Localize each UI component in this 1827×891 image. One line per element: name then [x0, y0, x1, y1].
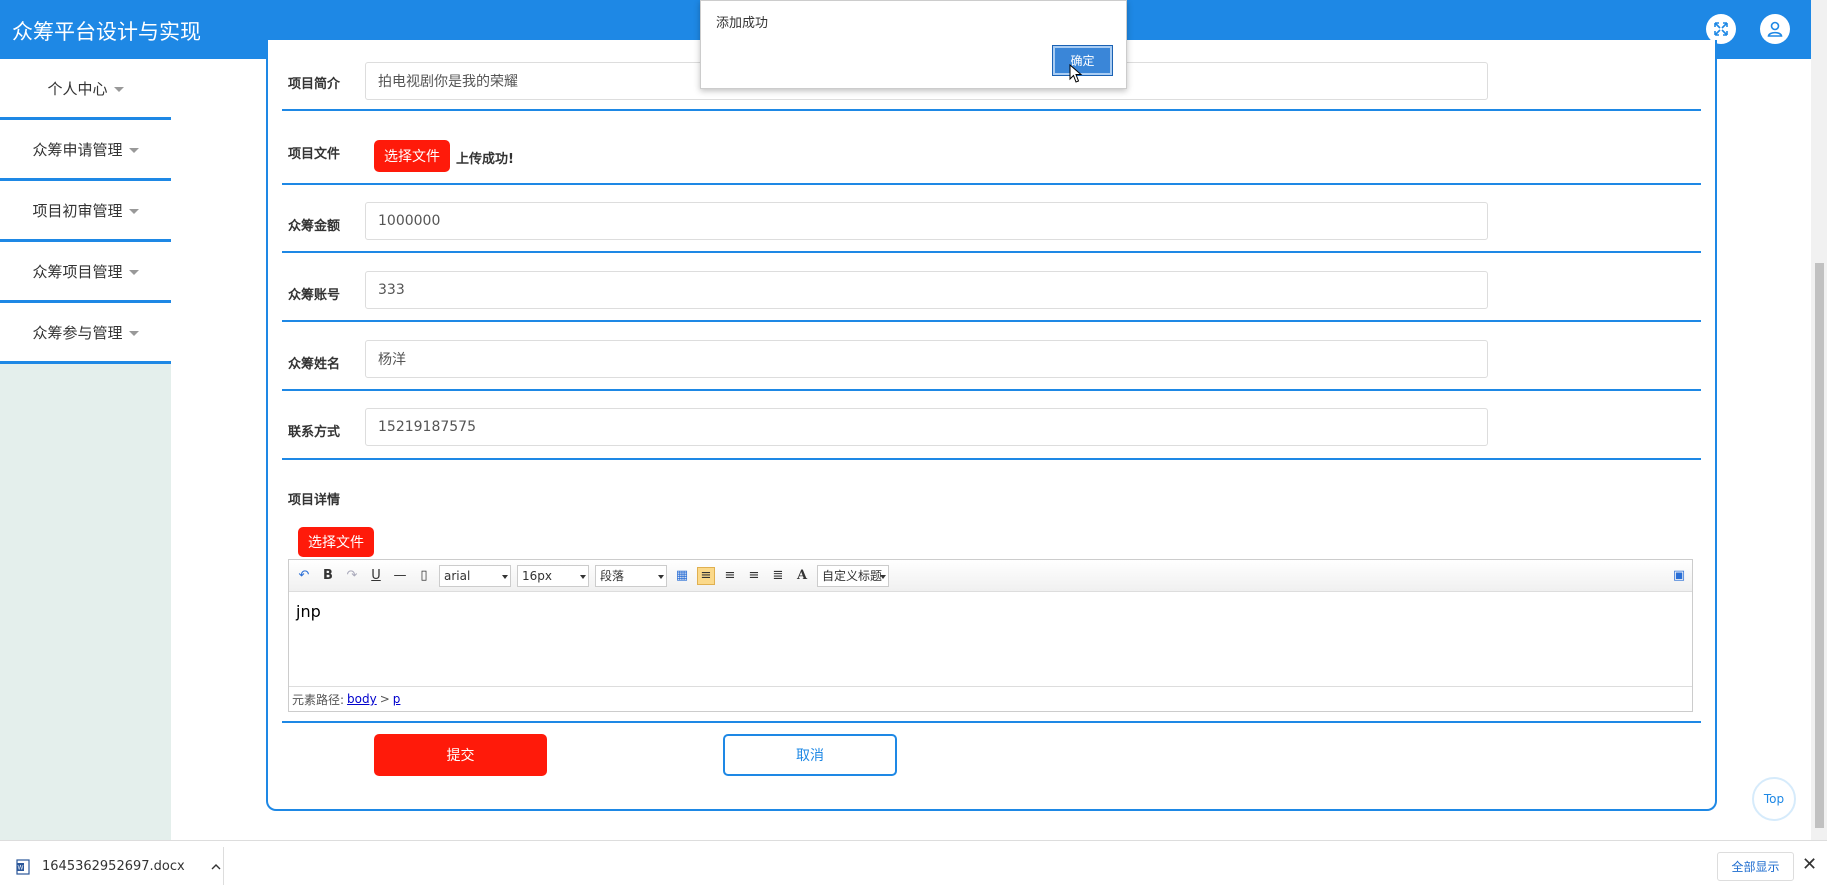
download-item[interactable]: W 1645362952697.docx: [16, 841, 221, 891]
custom-title-value: 自定义标题: [822, 569, 883, 583]
close-icon[interactable]: ✕: [1802, 854, 1817, 875]
paste-plain-icon[interactable]: ▯: [415, 567, 433, 585]
name-label: 众筹姓名: [288, 357, 341, 372]
submit-button[interactable]: 提交: [374, 734, 547, 776]
upload-status: 上传成功!: [456, 152, 514, 167]
dropdown-arrow-icon: [658, 574, 664, 579]
svg-text:W: W: [18, 865, 24, 871]
sidebar-item-label: 项目初审管理: [32, 201, 123, 220]
intro-label: 项目简介: [288, 77, 341, 92]
fullscreen-icon: [1714, 22, 1728, 36]
sidebar-item-label: 众筹项目管理: [32, 262, 123, 281]
undo-icon[interactable]: ↶: [295, 567, 313, 585]
download-filename: 1645362952697.docx: [42, 859, 185, 874]
form-row-name: 众筹姓名 杨洋: [282, 322, 1701, 391]
choose-file-button[interactable]: 选择文件: [374, 140, 450, 172]
path-separator: >: [379, 692, 390, 706]
alert-message: 添加成功: [716, 16, 769, 31]
paragraph-value: 段落: [600, 569, 625, 583]
chevron-up-icon[interactable]: [211, 863, 221, 871]
fullscreen-editor-icon[interactable]: ▣: [1670, 567, 1688, 585]
user-button[interactable]: [1760, 14, 1790, 44]
form-row-contact: 联系方式 15219187575: [282, 391, 1701, 460]
element-path-label: 元素路径:: [292, 692, 345, 707]
sidebar-item-label: 众筹参与管理: [32, 323, 123, 342]
form-card: 项目简介 拍电视剧你是我的荣耀 项目文件 选择文件 上传成功! 众筹金额 100…: [266, 40, 1717, 811]
horizontal-rule-icon[interactable]: —: [391, 567, 409, 585]
amount-input[interactable]: 1000000: [365, 202, 1488, 240]
name-input[interactable]: 杨洋: [365, 340, 1488, 378]
app-title: 众筹平台设计与实现: [12, 20, 201, 44]
sidebar: 个人中心 众筹申请管理 项目初审管理 众筹项目管理 众筹参与管理: [0, 59, 171, 840]
editor-content[interactable]: jnp: [289, 592, 1692, 686]
file-label: 项目文件: [288, 147, 341, 162]
table-icon[interactable]: ▦: [673, 567, 691, 585]
font-size-value: 16px: [522, 568, 552, 583]
align-center-icon[interactable]: ≡: [745, 567, 763, 585]
align-right-icon[interactable]: ≡: [721, 567, 739, 585]
redo-icon[interactable]: ↷: [343, 567, 361, 585]
detail-label: 项目详情: [288, 493, 341, 508]
font-family-value: arial: [444, 568, 471, 583]
form-row-account: 众筹账号 333: [282, 253, 1701, 322]
caret-down-icon: [113, 86, 124, 92]
bold-icon[interactable]: B: [319, 567, 337, 585]
editor-toolbar: ↶ B ↷ U — ▯ arial 16px 段落 ▦ ≡ ≡ ≡ ≣ A 自定…: [289, 560, 1692, 592]
dropdown-arrow-icon: [580, 574, 586, 579]
align-left-icon[interactable]: ≡: [697, 566, 715, 585]
show-all-button[interactable]: 全部显示: [1717, 852, 1794, 881]
download-separator: [223, 847, 224, 885]
path-p-link[interactable]: p: [393, 692, 401, 706]
form-row-file: 项目文件 选择文件 上传成功!: [282, 111, 1701, 185]
page-scrollbar[interactable]: [1811, 0, 1827, 840]
rich-text-editor: ↶ B ↷ U — ▯ arial 16px 段落 ▦ ≡ ≡ ≡ ≣ A 自定…: [288, 559, 1693, 712]
account-label: 众筹账号: [288, 288, 341, 303]
font-color-icon[interactable]: A: [793, 567, 811, 585]
scrollbar-thumb[interactable]: [1815, 263, 1824, 828]
alert-dialog: 添加成功 确定: [700, 0, 1127, 89]
sidebar-item-participation[interactable]: 众筹参与管理: [0, 303, 171, 364]
dropdown-arrow-icon: [502, 574, 508, 579]
app-root: 众筹平台设计与实现 个人中心 众筹申请管理 项目初审管理 众筹项目管理 众筹参与…: [0, 0, 1827, 891]
caret-down-icon: [128, 208, 139, 214]
caret-down-icon: [128, 330, 139, 336]
contact-label: 联系方式: [288, 425, 341, 440]
editor-element-path: 元素路径: body > p: [289, 686, 1692, 711]
back-to-top-button[interactable]: Top: [1752, 777, 1796, 821]
font-family-select[interactable]: arial: [439, 564, 511, 587]
sidebar-item-label: 众筹申请管理: [32, 140, 123, 159]
form-row-amount: 众筹金额 1000000: [282, 185, 1701, 253]
path-body-link[interactable]: body: [347, 692, 377, 706]
sidebar-item-crowdfunding-application[interactable]: 众筹申请管理: [0, 120, 171, 181]
user-icon: [1767, 21, 1783, 37]
detail-choose-file-button[interactable]: 选择文件: [298, 527, 374, 557]
amount-label: 众筹金额: [288, 219, 341, 234]
underline-icon[interactable]: U: [367, 567, 385, 585]
caret-down-icon: [128, 147, 139, 153]
sidebar-item-initial-review[interactable]: 项目初审管理: [0, 181, 171, 242]
font-size-select[interactable]: 16px: [517, 564, 589, 587]
sidebar-item-personal-center[interactable]: 个人中心: [0, 59, 171, 120]
paragraph-select[interactable]: 段落: [595, 564, 667, 587]
sidebar-item-project-management[interactable]: 众筹项目管理: [0, 242, 171, 303]
mouse-cursor-icon: [1069, 64, 1083, 83]
sidebar-item-label: 个人中心: [47, 79, 108, 98]
contact-input[interactable]: 15219187575: [365, 408, 1488, 446]
download-bar: W 1645362952697.docx 全部显示 ✕: [0, 840, 1827, 891]
custom-title-select[interactable]: 自定义标题: [817, 564, 889, 587]
dropdown-arrow-icon: [880, 574, 886, 579]
cancel-button[interactable]: 取消: [723, 734, 897, 776]
account-input[interactable]: 333: [365, 271, 1488, 309]
word-document-icon: W: [16, 858, 30, 875]
caret-down-icon: [128, 269, 139, 275]
align-justify-icon[interactable]: ≣: [769, 567, 787, 585]
